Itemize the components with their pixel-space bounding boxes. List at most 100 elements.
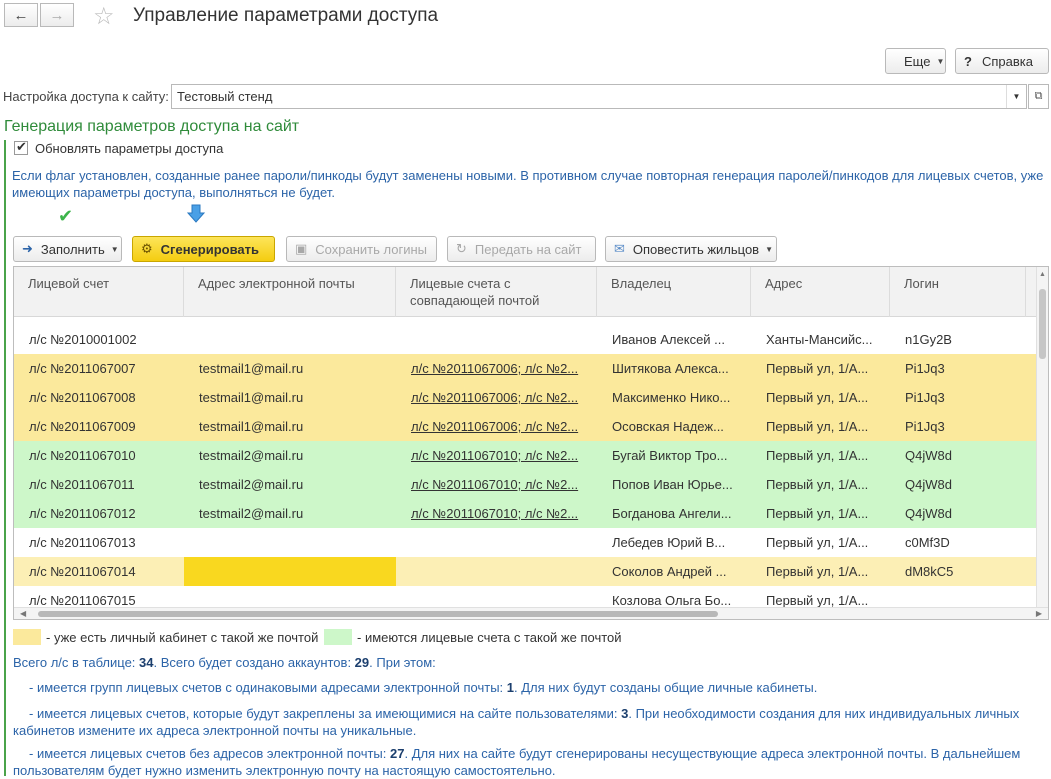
send-to-site-button[interactable]: ↻ Передать на сайт xyxy=(447,236,596,262)
cell-email: testmail1@mail.ru xyxy=(199,390,304,405)
fill-button[interactable]: ➜ Заполнить ▼ xyxy=(13,236,122,262)
scroll-left-icon[interactable]: ◀ xyxy=(20,609,26,618)
cell-address: Первый ул, 1/А... xyxy=(766,419,869,434)
cell-login: c0Mf3D xyxy=(905,535,950,550)
cell-account: л/с №2011067013 xyxy=(29,535,136,550)
col-address[interactable]: Адрес xyxy=(751,267,890,317)
cell-matching-accounts[interactable]: л/с №2011067010; л/с №2... xyxy=(396,470,597,499)
cell-account: л/с №2010001002 xyxy=(29,332,137,347)
table-row[interactable]: л/с №2011067010 testmail2@mail.ru л/с №201… xyxy=(14,441,1036,470)
scroll-up-icon[interactable]: ▲ xyxy=(1039,271,1046,278)
info-text: Если флаг установлен, созданные ранее па… xyxy=(12,168,1044,200)
cell-owner: Богданова Ангели... xyxy=(612,506,732,521)
table-row[interactable]: л/с №2011067012 testmail2@mail.ru л/с №201… xyxy=(14,499,1036,528)
cell-account: л/с №2011067010 xyxy=(29,448,136,463)
forward-button[interactable]: → xyxy=(40,3,74,27)
update-checkbox[interactable]: ✔ xyxy=(14,139,28,155)
vertical-scroll-thumb[interactable] xyxy=(1039,289,1046,359)
save-icon: ▣ xyxy=(295,241,308,256)
cell-matching-accounts[interactable] xyxy=(396,325,597,354)
cell-matching-accounts[interactable] xyxy=(396,557,597,586)
col-login[interactable]: Логин xyxy=(890,267,1026,317)
cell-account: л/с №2011067008 xyxy=(29,390,136,405)
cell-matching-accounts[interactable] xyxy=(396,528,597,557)
summary-text: . Для них будут созданы общие личные каб… xyxy=(514,680,818,695)
cell-owner: Лебедев Юрий В... xyxy=(612,535,726,550)
cell-matching-accounts[interactable]: л/с №2011067006; л/с №2... xyxy=(396,354,597,383)
cell-owner: Попов Иван Юрье... xyxy=(612,477,733,492)
cell-email: testmail1@mail.ru xyxy=(199,361,304,376)
cell-account: л/с №2011067014 xyxy=(29,564,136,579)
cell-matching-accounts[interactable]: л/с №2011067010; л/с №2... xyxy=(396,441,597,470)
dropdown-arrow-icon[interactable]: ▼ xyxy=(1006,85,1026,108)
save-logins-button[interactable]: ▣ Сохранить логины xyxy=(286,236,437,262)
more-button[interactable]: Еще ▼ xyxy=(885,48,946,74)
table-row[interactable]: л/с №2011067007 testmail1@mail.ru л/с №201… xyxy=(14,354,1036,383)
table-row[interactable]: л/с №2011067013 Лебедев Юрий В... Первый у… xyxy=(14,528,1036,557)
summary-attached: - имеется лицевых счетов, которые будут … xyxy=(13,705,1043,739)
section-divider xyxy=(4,140,6,776)
col-matching-accounts[interactable]: Лицевые счета с совпадающей почтой xyxy=(396,267,597,317)
cell-address: Первый ул, 1/А... xyxy=(766,506,869,521)
summary-groups: - имеется групп лицевых счетов с одинако… xyxy=(29,680,817,695)
gear-icon: ⚙ xyxy=(141,241,153,256)
cell-login: Q4jW8d xyxy=(905,477,952,492)
summary-no-email: - имеется лицевых счетов без адресов эле… xyxy=(13,745,1043,779)
table-row[interactable]: л/с №2011067008 testmail1@mail.ru л/с №201… xyxy=(14,383,1036,412)
notify-residents-button[interactable]: ✉ Оповестить жильцов ▼ xyxy=(605,236,777,262)
cell-account: л/с №2011067007 xyxy=(29,361,136,376)
fill-icon: ➜ xyxy=(22,241,33,256)
help-button[interactable]: ? Справка xyxy=(955,48,1049,74)
col-email[interactable]: Адрес электронной почты xyxy=(184,267,396,317)
summary-text: . Всего будет создано аккаунтов: xyxy=(153,655,355,670)
cell-login: Q4jW8d xyxy=(905,448,952,463)
table-row[interactable]: л/с №2011067011 testmail2@mail.ru л/с №201… xyxy=(14,470,1036,499)
cell-address: Первый ул, 1/А... xyxy=(766,361,869,376)
col-owner[interactable]: Владелец xyxy=(597,267,751,317)
done-check-icon: ✔ xyxy=(58,206,74,226)
summary-text: . При этом: xyxy=(369,655,436,670)
horizontal-scroll-thumb[interactable] xyxy=(38,611,718,617)
cell-login: Pi1Jq3 xyxy=(905,390,945,405)
star-icon[interactable]: ☆ xyxy=(93,2,115,31)
site-setting-value: Тестовый стенд xyxy=(177,89,273,104)
horizontal-scrollbar[interactable]: ◀ ▶ xyxy=(14,607,1048,619)
open-icon: ⧉ xyxy=(1034,90,1043,102)
cell-owner: Осовская Надеж... xyxy=(612,419,724,434)
envelope-icon: ✉ xyxy=(614,241,625,256)
cell-account: л/с №2011067009 xyxy=(29,419,136,434)
notify-label: Оповестить жильцов xyxy=(632,241,760,257)
summary-text: Всего л/с в таблице: xyxy=(13,655,140,670)
vertical-scrollbar[interactable]: ▲ xyxy=(1036,267,1048,607)
dropdown-arrow-icon: ▼ xyxy=(110,244,119,254)
cell-login: Pi1Jq3 xyxy=(905,419,945,434)
cell-address: Ханты-Мансийс... xyxy=(766,332,873,347)
table-row[interactable]: л/с №2010001002 Иванов Алексей ... Ханты-М… xyxy=(14,325,1036,354)
cell-account: л/с №2011067012 xyxy=(29,506,136,521)
cell-address: Первый ул, 1/А... xyxy=(766,477,869,492)
summary-text: - имеется лицевых счетов без адресов эле… xyxy=(29,746,390,761)
cell-login: Pi1Jq3 xyxy=(905,361,945,376)
scroll-right-icon[interactable]: ▶ xyxy=(1036,609,1042,618)
legend-green-label: - имеются лицевые счета с такой же почто… xyxy=(357,630,622,645)
table-row[interactable]: л/с №2011067014 Соколов Андрей ... Первый … xyxy=(14,557,1036,586)
cell-owner: Соколов Андрей ... xyxy=(612,564,727,579)
cell-matching-accounts[interactable]: л/с №2011067010; л/с №2... xyxy=(396,499,597,528)
accounts-table[interactable]: Лицевой счет Адрес электронной почты Лиц… xyxy=(13,266,1049,620)
save-logins-label: Сохранить логины xyxy=(315,241,427,257)
cell-account: л/с №2011067011 xyxy=(29,477,135,492)
back-button[interactable]: ← xyxy=(4,3,38,27)
cell-owner: Максименко Нико... xyxy=(612,390,731,405)
summary-total: Всего л/с в таблице: 34. Всего будет соз… xyxy=(13,655,436,670)
generate-button[interactable]: ⚙ Сгенерировать xyxy=(132,236,275,262)
cell-matching-accounts[interactable]: л/с №2011067006; л/с №2... xyxy=(396,412,597,441)
table-row[interactable]: л/с №2011067009 testmail1@mail.ru л/с №201… xyxy=(14,412,1036,441)
col-account[interactable]: Лицевой счет xyxy=(14,267,184,317)
cell-address: Первый ул, 1/А... xyxy=(766,564,869,579)
checkmark-icon: ✔ xyxy=(16,139,27,154)
cell-matching-accounts[interactable]: л/с №2011067006; л/с №2... xyxy=(396,383,597,412)
site-setting-field[interactable]: Тестовый стенд ▼ xyxy=(171,84,1027,109)
open-button[interactable]: ⧉ xyxy=(1028,84,1049,109)
site-setting-label: Настройка доступа к сайту: xyxy=(3,89,169,104)
cell-email: testmail1@mail.ru xyxy=(199,419,304,434)
